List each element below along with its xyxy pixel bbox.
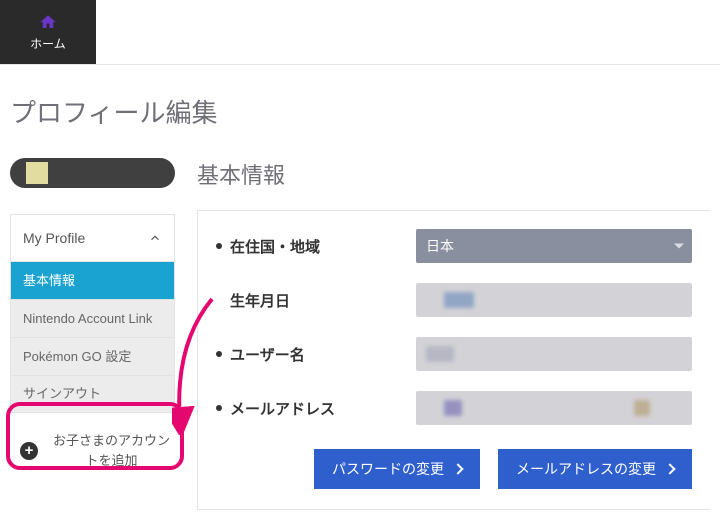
sidebar: My Profile 基本情報 Nintendo Account Link Po… <box>10 214 175 413</box>
sidebar-item-basic-info[interactable]: 基本情報 <box>10 261 175 299</box>
username-label: ユーザー名 <box>216 344 416 365</box>
sidebar-item-label: Pokémon GO 設定 <box>23 349 131 365</box>
sidebar-item-label: Nintendo Account Link <box>23 311 152 327</box>
sidebar-item-signout[interactable]: サインアウト <box>10 375 175 413</box>
avatar <box>26 162 48 184</box>
home-label: ホーム <box>30 35 66 52</box>
page-title: プロフィール編集 <box>10 93 710 130</box>
home-tab[interactable]: ホーム <box>0 0 96 64</box>
topbar: ホーム <box>0 0 720 65</box>
email-field <box>416 391 692 425</box>
sidebar-item-label: サインアウト <box>23 386 101 402</box>
country-select[interactable]: 日本 <box>416 229 692 263</box>
birthdate-label: 生年月日 <box>216 290 416 311</box>
sidebar-head-label: My Profile <box>23 230 85 246</box>
add-child-account[interactable]: + お子さまのアカウントを追加 <box>10 423 185 480</box>
chevron-right-icon <box>664 463 675 474</box>
sidebar-item-pokemon-go[interactable]: Pokémon GO 設定 <box>10 337 175 375</box>
country-label: 在住国・地域 <box>216 236 416 257</box>
change-email-button[interactable]: メールアドレスの変更 <box>498 449 692 489</box>
form-panel: 在住国・地域 日本 生年月日 <box>197 210 710 510</box>
home-icon <box>39 13 57 31</box>
profile-pill[interactable] <box>10 158 175 188</box>
sidebar-item-label: 基本情報 <box>23 273 75 289</box>
country-value: 日本 <box>426 236 454 256</box>
chevron-up-icon <box>148 231 162 245</box>
sidebar-item-nintendo-link[interactable]: Nintendo Account Link <box>10 299 175 337</box>
change-password-button[interactable]: パスワードの変更 <box>314 449 480 489</box>
chevron-right-icon <box>452 463 463 474</box>
sidebar-head-my-profile[interactable]: My Profile <box>10 215 175 261</box>
plus-icon: + <box>20 442 38 460</box>
email-label: メールアドレス <box>216 398 416 419</box>
add-child-label: お子さまのアカウントを追加 <box>48 431 175 470</box>
username-field <box>416 337 692 371</box>
section-title: 基本情報 <box>197 158 710 190</box>
birthdate-field <box>416 283 692 317</box>
